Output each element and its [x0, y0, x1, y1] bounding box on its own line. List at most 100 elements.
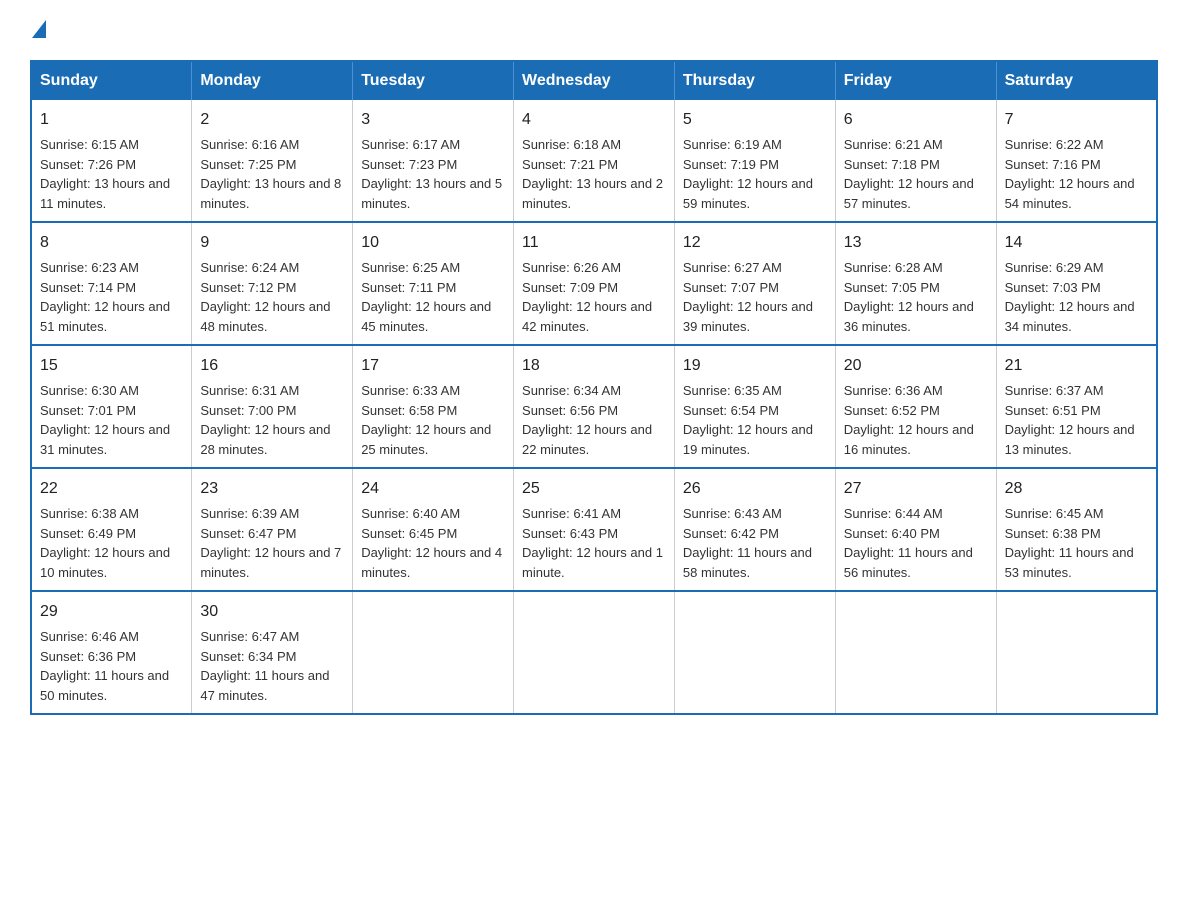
calendar-cell: [996, 591, 1157, 714]
day-info: Sunrise: 6:38 AMSunset: 6:49 PMDaylight:…: [40, 506, 170, 580]
day-info: Sunrise: 6:34 AMSunset: 6:56 PMDaylight:…: [522, 383, 652, 457]
day-number: 17: [361, 354, 505, 378]
day-number: 15: [40, 354, 183, 378]
calendar-cell: 27 Sunrise: 6:44 AMSunset: 6:40 PMDayligh…: [835, 468, 996, 591]
calendar-cell: 7 Sunrise: 6:22 AMSunset: 7:16 PMDaylight…: [996, 100, 1157, 222]
day-number: 2: [200, 108, 344, 132]
header-row: SundayMondayTuesdayWednesdayThursdayFrid…: [31, 61, 1157, 100]
day-info: Sunrise: 6:30 AMSunset: 7:01 PMDaylight:…: [40, 383, 170, 457]
day-info: Sunrise: 6:28 AMSunset: 7:05 PMDaylight:…: [844, 260, 974, 334]
day-number: 12: [683, 231, 827, 255]
calendar-cell: [674, 591, 835, 714]
day-number: 3: [361, 108, 505, 132]
calendar-cell: 8 Sunrise: 6:23 AMSunset: 7:14 PMDaylight…: [31, 222, 192, 345]
calendar-cell: [835, 591, 996, 714]
calendar-cell: 29Sunrise: 6:46 AMSunset: 6:36 PMDayligh…: [31, 591, 192, 714]
week-row-2: 8 Sunrise: 6:23 AMSunset: 7:14 PMDaylight…: [31, 222, 1157, 345]
calendar-cell: 22Sunrise: 6:38 AMSunset: 6:49 PMDayligh…: [31, 468, 192, 591]
calendar-table: SundayMondayTuesdayWednesdayThursdayFrid…: [30, 60, 1158, 715]
week-row-5: 29Sunrise: 6:46 AMSunset: 6:36 PMDayligh…: [31, 591, 1157, 714]
header-day-wednesday: Wednesday: [514, 61, 675, 100]
day-info: Sunrise: 6:19 AMSunset: 7:19 PMDaylight:…: [683, 137, 813, 211]
calendar-cell: 18 Sunrise: 6:34 AMSunset: 6:56 PMDayligh…: [514, 345, 675, 468]
day-info: Sunrise: 6:24 AMSunset: 7:12 PMDaylight:…: [200, 260, 330, 334]
day-number: 13: [844, 231, 988, 255]
day-number: 25: [522, 477, 666, 501]
day-number: 4: [522, 108, 666, 132]
header-day-thursday: Thursday: [674, 61, 835, 100]
day-info: Sunrise: 6:31 AMSunset: 7:00 PMDaylight:…: [200, 383, 330, 457]
day-info: Sunrise: 6:15 AMSunset: 7:26 PMDaylight:…: [40, 137, 170, 211]
page-header: [30, 20, 1158, 42]
calendar-cell: 11Sunrise: 6:26 AMSunset: 7:09 PMDayligh…: [514, 222, 675, 345]
day-number: 9: [200, 231, 344, 255]
header-day-tuesday: Tuesday: [353, 61, 514, 100]
week-row-3: 15 Sunrise: 6:30 AMSunset: 7:01 PMDayligh…: [31, 345, 1157, 468]
calendar-cell: 10 Sunrise: 6:25 AMSunset: 7:11 PMDayligh…: [353, 222, 514, 345]
day-number: 1: [40, 108, 183, 132]
day-info: Sunrise: 6:41 AMSunset: 6:43 PMDaylight:…: [522, 506, 663, 580]
day-info: Sunrise: 6:21 AMSunset: 7:18 PMDaylight:…: [844, 137, 974, 211]
calendar-cell: 21 Sunrise: 6:37 AMSunset: 6:51 PMDayligh…: [996, 345, 1157, 468]
header-day-saturday: Saturday: [996, 61, 1157, 100]
day-info: Sunrise: 6:36 AMSunset: 6:52 PMDaylight:…: [844, 383, 974, 457]
calendar-cell: [514, 591, 675, 714]
calendar-cell: 5 Sunrise: 6:19 AMSunset: 7:19 PMDaylight…: [674, 100, 835, 222]
day-info: Sunrise: 6:44 AMSunset: 6:40 PMDaylight:…: [844, 506, 973, 580]
calendar-cell: 23 Sunrise: 6:39 AMSunset: 6:47 PMDayligh…: [192, 468, 353, 591]
logo-triangle-icon: [32, 20, 46, 38]
day-number: 14: [1005, 231, 1148, 255]
day-number: 7: [1005, 108, 1148, 132]
calendar-cell: 25 Sunrise: 6:41 AMSunset: 6:43 PMDayligh…: [514, 468, 675, 591]
logo: [30, 20, 46, 40]
calendar-cell: 12 Sunrise: 6:27 AMSunset: 7:07 PMDayligh…: [674, 222, 835, 345]
header-day-monday: Monday: [192, 61, 353, 100]
calendar-body: 1 Sunrise: 6:15 AMSunset: 7:26 PMDaylight…: [31, 100, 1157, 714]
day-number: 18: [522, 354, 666, 378]
day-number: 16: [200, 354, 344, 378]
day-number: 8: [40, 231, 183, 255]
calendar-cell: 30 Sunrise: 6:47 AMSunset: 6:34 PMDayligh…: [192, 591, 353, 714]
calendar-cell: 26Sunrise: 6:43 AMSunset: 6:42 PMDayligh…: [674, 468, 835, 591]
header-day-friday: Friday: [835, 61, 996, 100]
day-number: 10: [361, 231, 505, 255]
calendar-cell: 28Sunrise: 6:45 AMSunset: 6:38 PMDayligh…: [996, 468, 1157, 591]
day-info: Sunrise: 6:37 AMSunset: 6:51 PMDaylight:…: [1005, 383, 1135, 457]
day-info: Sunrise: 6:35 AMSunset: 6:54 PMDaylight:…: [683, 383, 813, 457]
calendar-cell: 2 Sunrise: 6:16 AMSunset: 7:25 PMDaylight…: [192, 100, 353, 222]
calendar-cell: 9 Sunrise: 6:24 AMSunset: 7:12 PMDaylight…: [192, 222, 353, 345]
day-info: Sunrise: 6:46 AMSunset: 6:36 PMDaylight:…: [40, 629, 169, 703]
calendar-cell: 15 Sunrise: 6:30 AMSunset: 7:01 PMDayligh…: [31, 345, 192, 468]
calendar-cell: 14 Sunrise: 6:29 AMSunset: 7:03 PMDayligh…: [996, 222, 1157, 345]
day-info: Sunrise: 6:33 AMSunset: 6:58 PMDaylight:…: [361, 383, 491, 457]
week-row-1: 1 Sunrise: 6:15 AMSunset: 7:26 PMDaylight…: [31, 100, 1157, 222]
day-info: Sunrise: 6:16 AMSunset: 7:25 PMDaylight:…: [200, 137, 341, 211]
calendar-cell: 16 Sunrise: 6:31 AMSunset: 7:00 PMDayligh…: [192, 345, 353, 468]
header-day-sunday: Sunday: [31, 61, 192, 100]
day-number: 5: [683, 108, 827, 132]
day-info: Sunrise: 6:23 AMSunset: 7:14 PMDaylight:…: [40, 260, 170, 334]
calendar-cell: 3Sunrise: 6:17 AMSunset: 7:23 PMDaylight…: [353, 100, 514, 222]
week-row-4: 22Sunrise: 6:38 AMSunset: 6:49 PMDayligh…: [31, 468, 1157, 591]
day-number: 30: [200, 600, 344, 624]
calendar-cell: 19 Sunrise: 6:35 AMSunset: 6:54 PMDayligh…: [674, 345, 835, 468]
day-info: Sunrise: 6:25 AMSunset: 7:11 PMDaylight:…: [361, 260, 491, 334]
day-info: Sunrise: 6:47 AMSunset: 6:34 PMDaylight:…: [200, 629, 329, 703]
calendar-cell: 4Sunrise: 6:18 AMSunset: 7:21 PMDaylight…: [514, 100, 675, 222]
day-info: Sunrise: 6:27 AMSunset: 7:07 PMDaylight:…: [683, 260, 813, 334]
logo-area: [30, 20, 46, 42]
day-info: Sunrise: 6:39 AMSunset: 6:47 PMDaylight:…: [200, 506, 341, 580]
day-number: 19: [683, 354, 827, 378]
day-number: 11: [522, 231, 666, 255]
calendar-cell: 6Sunrise: 6:21 AMSunset: 7:18 PMDaylight…: [835, 100, 996, 222]
day-number: 21: [1005, 354, 1148, 378]
calendar-cell: 1 Sunrise: 6:15 AMSunset: 7:26 PMDaylight…: [31, 100, 192, 222]
day-info: Sunrise: 6:22 AMSunset: 7:16 PMDaylight:…: [1005, 137, 1135, 211]
day-number: 24: [361, 477, 505, 501]
calendar-cell: [353, 591, 514, 714]
day-info: Sunrise: 6:29 AMSunset: 7:03 PMDaylight:…: [1005, 260, 1135, 334]
day-number: 23: [200, 477, 344, 501]
calendar-cell: 13 Sunrise: 6:28 AMSunset: 7:05 PMDayligh…: [835, 222, 996, 345]
calendar-cell: 24Sunrise: 6:40 AMSunset: 6:45 PMDayligh…: [353, 468, 514, 591]
day-number: 27: [844, 477, 988, 501]
